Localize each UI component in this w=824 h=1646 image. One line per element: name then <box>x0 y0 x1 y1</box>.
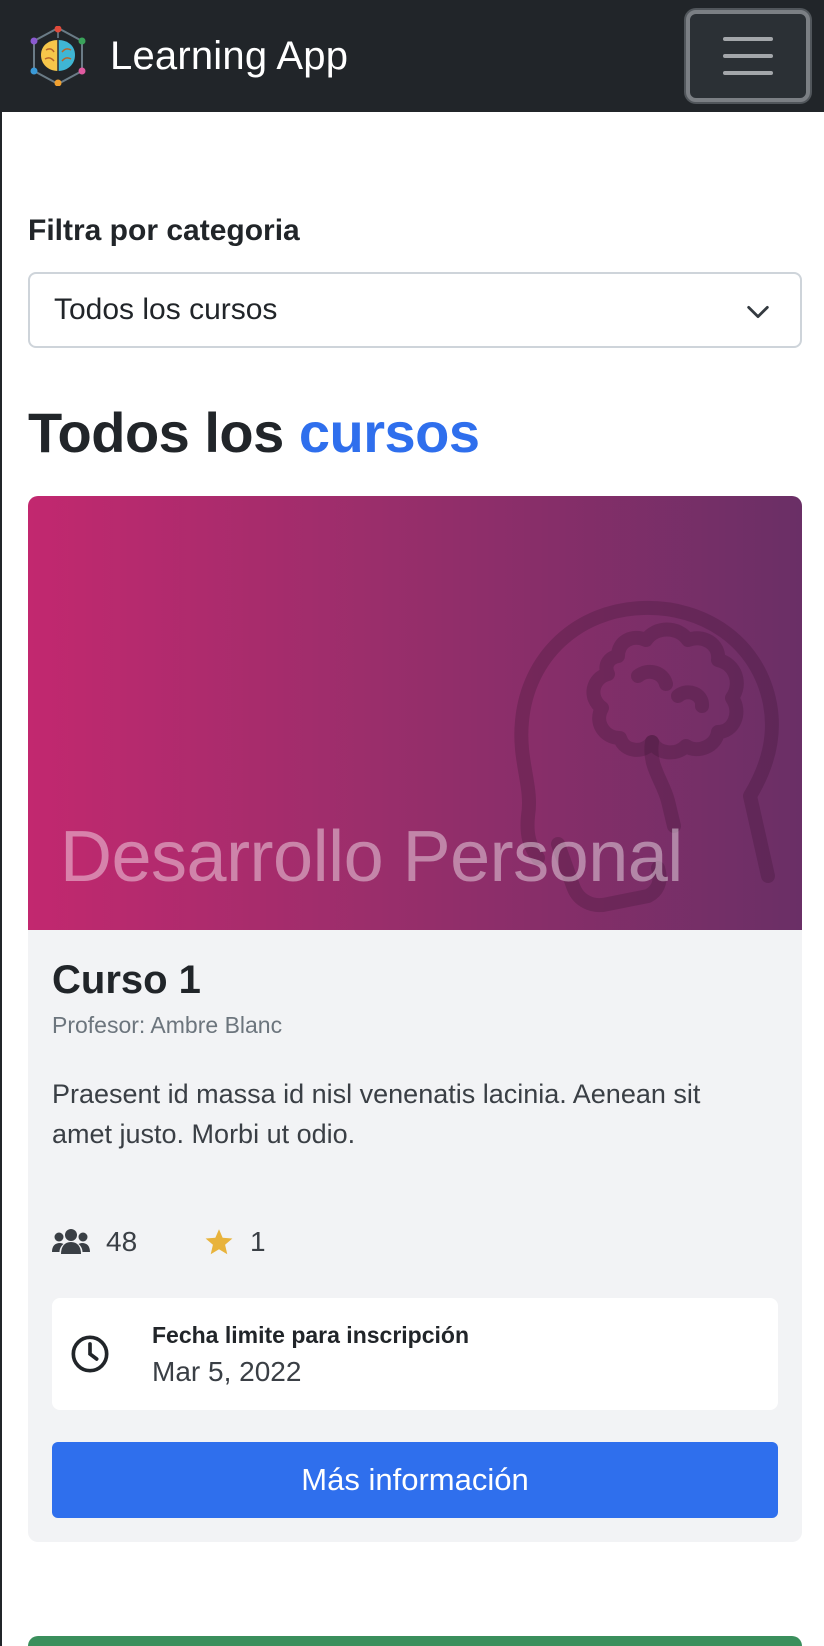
enrollment-deadline: Fecha limite para inscripción Mar 5, 202… <box>52 1298 778 1410</box>
deadline-date: Mar 5, 2022 <box>152 1356 302 1387</box>
category-select[interactable]: Todos los cursos <box>28 272 802 348</box>
hamburger-line <box>723 71 773 75</box>
more-info-button[interactable]: Más información <box>52 1442 778 1518</box>
navbar: Learning App <box>2 0 824 112</box>
hamburger-line <box>723 37 773 41</box>
students-stat: 48 <box>52 1226 204 1258</box>
hamburger-line <box>723 54 773 58</box>
course-description: Praesent id massa id nisl venenatis laci… <box>52 1079 701 1149</box>
course-stats: 48 1 <box>52 1226 266 1258</box>
students-count: 48 <box>106 1226 138 1257</box>
next-course-card[interactable] <box>28 1636 802 1646</box>
category-banner-text: Desarrollo Personal <box>60 817 683 897</box>
category-select-value: Todos los cursos <box>54 293 278 326</box>
course-banner: Desarrollo Personal <box>28 496 802 930</box>
heading-accent: cursos <box>298 401 480 464</box>
course-teacher: Profesor: Ambre Blanc <box>52 1012 283 1038</box>
rating-value: 1 <box>250 1226 266 1257</box>
navbar-brand[interactable]: Learning App <box>28 26 348 86</box>
chevron-down-icon <box>747 305 769 319</box>
course-title: Curso 1 <box>52 958 201 1002</box>
course-card: Desarrollo Personal Curso 1 Profesor: Am… <box>28 496 802 1542</box>
category-filter-label: Filtra por categoria <box>28 214 300 247</box>
page-heading: Todos los cursos <box>28 400 480 465</box>
app-frame: Learning App Filtra por categoria Todos … <box>0 0 824 1646</box>
navbar-toggler-button[interactable] <box>686 10 810 102</box>
star-icon <box>205 1229 233 1255</box>
heading-text: Todos los <box>28 401 299 464</box>
clock-icon <box>71 1335 109 1373</box>
deadline-label: Fecha limite para inscripción <box>152 1322 469 1348</box>
brain-logo-icon <box>30 26 86 86</box>
rating-stat: 1 <box>204 1226 266 1258</box>
users-icon <box>52 1229 90 1254</box>
brand-title: Learning App <box>110 33 349 78</box>
